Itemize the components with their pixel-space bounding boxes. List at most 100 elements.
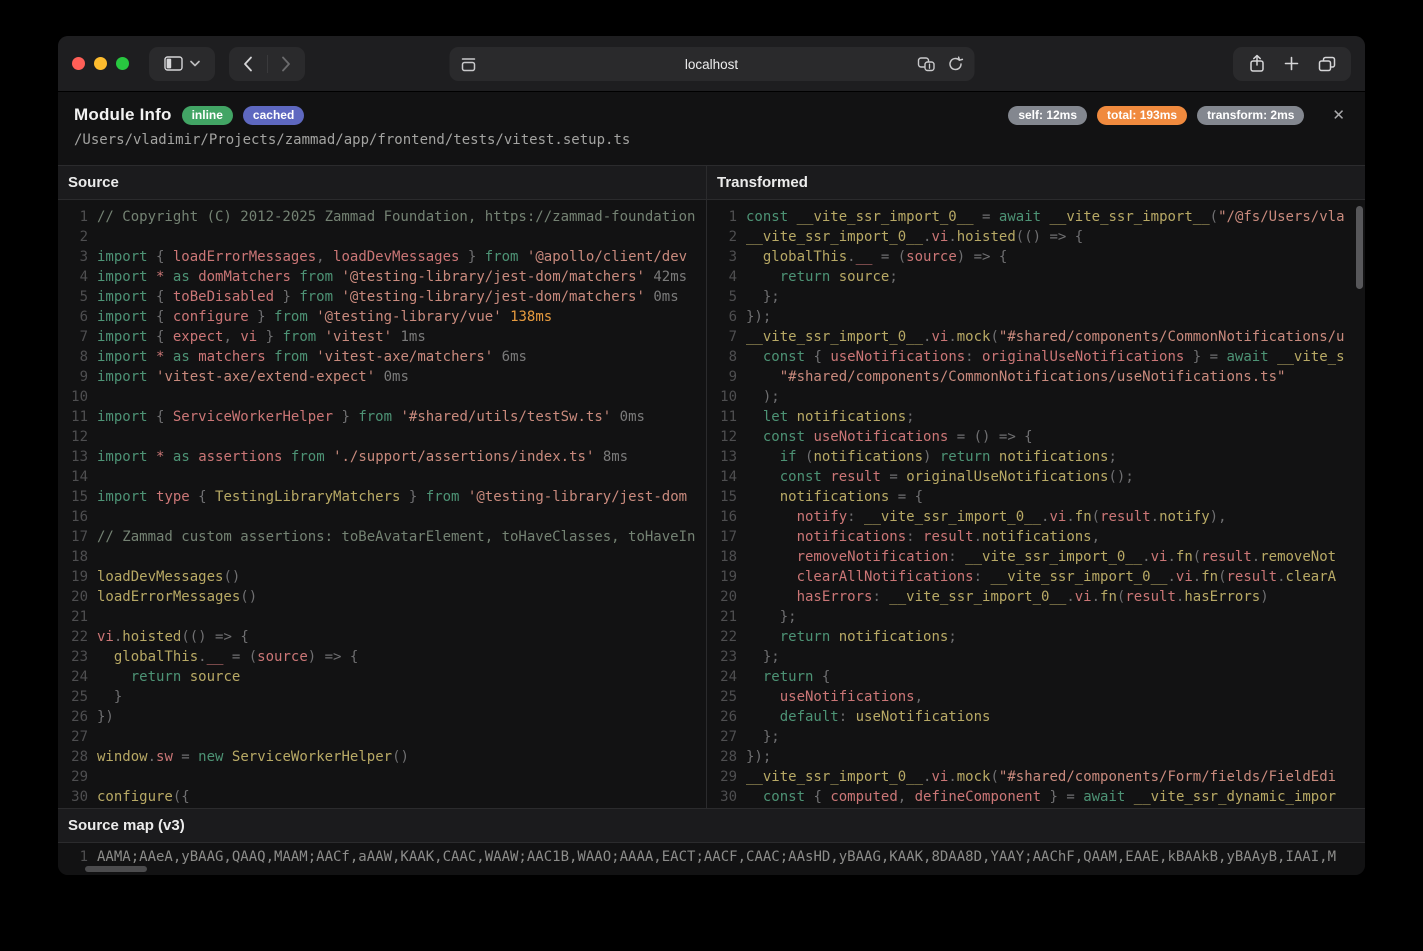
code-line: 1AAMA;AAeA,yBAAG,QAAQ,MAAM;AACf,aAAW,KAA… <box>58 847 1365 867</box>
source-panel: Source 1// Copyright (C) 2012-2025 Zamma… <box>58 166 707 808</box>
traffic-lights <box>72 57 129 70</box>
line-number: 11 <box>707 407 737 427</box>
code-line: 3import { loadErrorMessages, loadDevMess… <box>58 247 706 267</box>
line-number: 1 <box>58 207 88 227</box>
line-number: 25 <box>707 687 737 707</box>
code-line: 15 notifications = { <box>707 487 1365 507</box>
sidebar-toggle-button[interactable] <box>149 47 215 81</box>
close-icon[interactable]: ✕ <box>1328 106 1349 125</box>
line-number: 9 <box>58 367 88 387</box>
line-number: 23 <box>58 647 88 667</box>
line-number: 5 <box>707 287 737 307</box>
transformed-panel: Transformed 1const __vite_ssr_import_0__… <box>707 166 1365 808</box>
line-number: 6 <box>58 307 88 327</box>
page-title: Module Info <box>74 105 172 125</box>
line-number: 20 <box>58 587 88 607</box>
line-number: 25 <box>58 687 88 707</box>
line-number: 27 <box>707 727 737 747</box>
code-line: 14 const result = originalUseNotificatio… <box>707 467 1365 487</box>
code-line: 23 globalThis.__ = (source) => { <box>58 647 706 667</box>
line-number: 12 <box>707 427 737 447</box>
desktop-background: localhost <box>0 0 1423 951</box>
code-line: 29__vite_ssr_import_0__.vi.mock("#shared… <box>707 767 1365 787</box>
translate-icon[interactable] <box>917 57 936 72</box>
toolbar-actions <box>1233 47 1351 81</box>
horizontal-scrollbar[interactable] <box>85 866 147 872</box>
line-number: 8 <box>58 347 88 367</box>
code-line: 30 const { computed, defineComponent } =… <box>707 787 1365 807</box>
line-number: 8 <box>707 347 737 367</box>
share-icon[interactable] <box>1249 54 1265 73</box>
code-line: 17 notifications: result.notifications, <box>707 527 1365 547</box>
code-line: 18 removeNotification: __vite_ssr_import… <box>707 547 1365 567</box>
line-number: 29 <box>707 767 737 787</box>
tab-overview-icon[interactable] <box>1318 56 1336 72</box>
line-number: 11 <box>58 407 88 427</box>
code-line: 7import { expect, vi } from 'vitest' 1ms <box>58 327 706 347</box>
line-number: 12 <box>58 427 88 447</box>
reader-icon[interactable] <box>460 57 476 72</box>
line-number: 30 <box>707 787 737 807</box>
code-line: 9 "#shared/components/CommonNotification… <box>707 367 1365 387</box>
sidebar-icon <box>164 56 183 71</box>
new-tab-icon[interactable] <box>1284 56 1299 71</box>
line-number: 16 <box>707 507 737 527</box>
sourcemap-section: Source map (v3) 1AAMA;AAeA,yBAAG,QAAQ,MA… <box>58 808 1365 874</box>
code-line: 17// Zammad custom assertions: toBeAvata… <box>58 527 706 547</box>
line-number: 10 <box>58 387 88 407</box>
code-line: 2 <box>58 227 706 247</box>
line-number: 15 <box>58 487 88 507</box>
line-number: 27 <box>58 727 88 747</box>
line-number: 23 <box>707 647 737 667</box>
code-line: 26}) <box>58 707 706 727</box>
code-line: 9import 'vitest-axe/extend-expect' 0ms <box>58 367 706 387</box>
code-line: 24 return source <box>58 667 706 687</box>
close-window-button[interactable] <box>72 57 85 70</box>
code-line: 11 let notifications; <box>707 407 1365 427</box>
transformed-code: 1const __vite_ssr_import_0__ = await __v… <box>707 200 1365 807</box>
code-line: 30configure({ <box>58 787 706 807</box>
line-number: 15 <box>707 487 737 507</box>
code-line: 28}); <box>707 747 1365 767</box>
line-number: 19 <box>58 567 88 587</box>
chevron-right-icon <box>281 56 291 72</box>
code-line: 4import * as domMatchers from '@testing-… <box>58 267 706 287</box>
zoom-window-button[interactable] <box>116 57 129 70</box>
code-line: 12 const useNotifications = () => { <box>707 427 1365 447</box>
navigation-buttons <box>229 47 305 81</box>
line-number: 29 <box>58 767 88 787</box>
line-number: 24 <box>58 667 88 687</box>
back-button[interactable] <box>230 47 267 81</box>
line-number: 7 <box>58 327 88 347</box>
code-line: 7__vite_ssr_import_0__.vi.mock("#shared/… <box>707 327 1365 347</box>
minimize-window-button[interactable] <box>94 57 107 70</box>
line-number: 22 <box>58 627 88 647</box>
code-line: 2__vite_ssr_import_0__.vi.hoisted(() => … <box>707 227 1365 247</box>
vertical-scrollbar[interactable] <box>1356 206 1363 289</box>
browser-toolbar: localhost <box>58 36 1365 92</box>
code-line: 22 return notifications; <box>707 627 1365 647</box>
chevron-left-icon <box>243 56 253 72</box>
code-line: 28window.sw = new ServiceWorkerHelper() <box>58 747 706 767</box>
code-line: 26 default: useNotifications <box>707 707 1365 727</box>
timing-transform-badge: transform: 2ms <box>1197 106 1304 125</box>
line-number: 3 <box>58 247 88 267</box>
code-line: 21 }; <box>707 607 1365 627</box>
code-line: 8import * as matchers from 'vitest-axe/m… <box>58 347 706 367</box>
source-panel-title: Source <box>58 166 706 200</box>
code-line: 14 <box>58 467 706 487</box>
code-line: 5import { toBeDisabled } from '@testing-… <box>58 287 706 307</box>
reload-icon[interactable] <box>947 56 963 72</box>
code-line: 18 <box>58 547 706 567</box>
line-number: 24 <box>707 667 737 687</box>
address-bar[interactable]: localhost <box>449 47 974 81</box>
line-number: 3 <box>707 247 737 267</box>
forward-button[interactable] <box>268 47 305 81</box>
code-line: 27 }; <box>707 727 1365 747</box>
code-line: 21 <box>58 607 706 627</box>
chevron-down-icon <box>190 60 200 67</box>
line-number: 14 <box>58 467 88 487</box>
line-number: 10 <box>707 387 737 407</box>
badge-cached: cached <box>243 106 304 125</box>
code-line: 27 <box>58 727 706 747</box>
